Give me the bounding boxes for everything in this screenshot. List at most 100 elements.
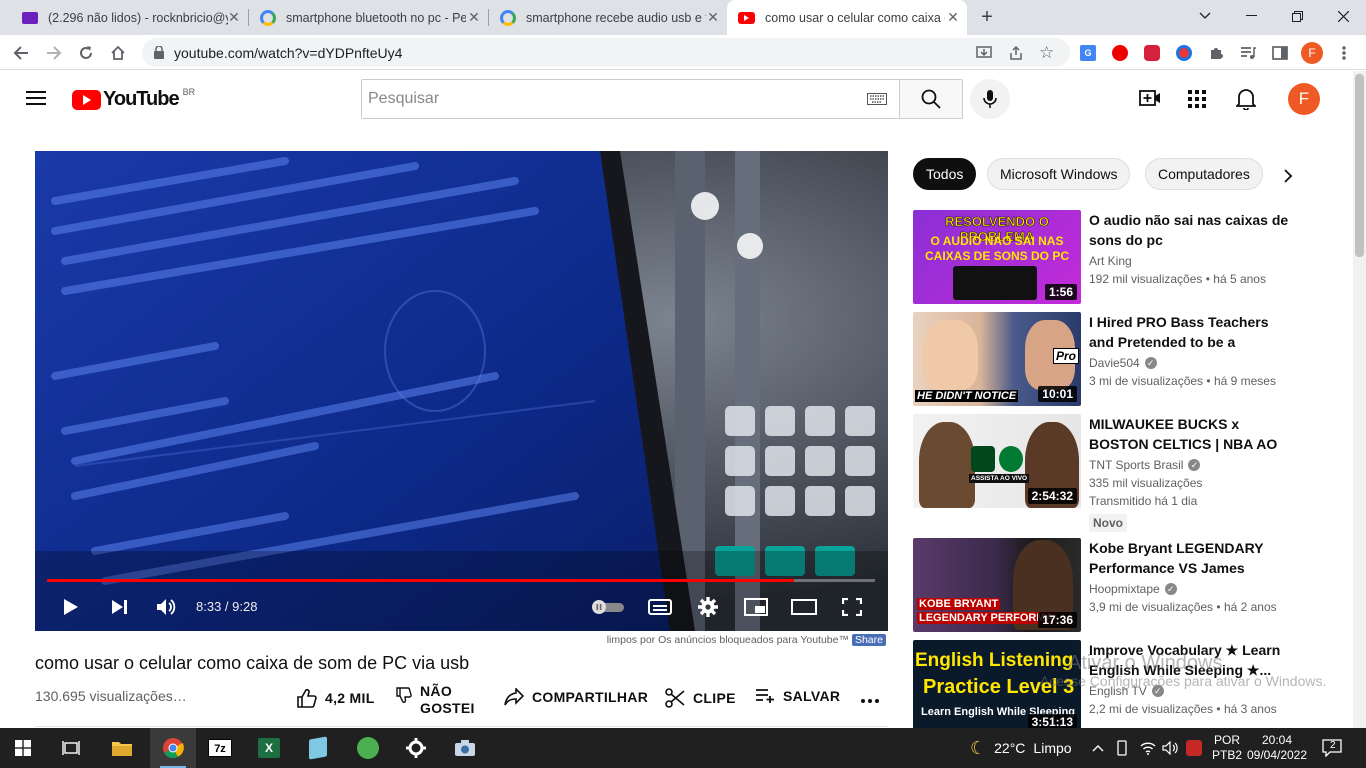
recommendation-item[interactable]: ASSISTA AO VIVO 2:54:32 MILWAUKEE BUCKS … [913, 414, 1353, 532]
chip-microsoft-windows[interactable]: Microsoft Windows [987, 158, 1131, 190]
theater-mode-button[interactable] [789, 592, 819, 622]
camera-app-icon[interactable] [442, 728, 488, 768]
recommendation-item[interactable]: Pro HE DIDN'T NOTICE 10:01 I Hired PRO B… [913, 312, 1353, 406]
speaker-icon[interactable] [1162, 728, 1180, 768]
video-title[interactable]: O audio não sai nas caixas de sons do pc [1089, 210, 1293, 250]
target-extension-icon[interactable] [1170, 39, 1198, 67]
translate-extension-icon[interactable]: G [1074, 39, 1102, 67]
notification-center-icon[interactable]: 2 [1322, 728, 1342, 768]
subtitles-button[interactable] [645, 592, 675, 622]
back-icon[interactable] [7, 39, 35, 67]
show-hidden-icons[interactable] [1092, 728, 1104, 768]
page-scrollbar[interactable] [1353, 71, 1366, 728]
more-actions-icon[interactable] [861, 699, 879, 703]
video-title[interactable]: Kobe Bryant LEGENDARY Performance VS Jam… [1089, 538, 1293, 578]
close-tab-icon[interactable]: ✕ [466, 9, 482, 25]
hamburger-menu-icon[interactable] [26, 90, 46, 106]
tab-search-icon[interactable] [1182, 0, 1228, 32]
share-page-icon[interactable] [1008, 45, 1024, 61]
adblock-extension-icon[interactable] [1106, 39, 1134, 67]
save-button[interactable]: SALVAR [755, 688, 840, 704]
antivirus-icon[interactable] [1186, 728, 1202, 768]
adblock-share-button[interactable]: Share [851, 634, 886, 646]
extensions-puzzle-icon[interactable] [1202, 39, 1230, 67]
install-icon[interactable] [976, 45, 992, 61]
view-count[interactable]: 130.695 visualizações… [35, 688, 187, 704]
video-player[interactable]: 8:33 / 9:28 [35, 151, 888, 631]
profile-avatar[interactable]: F [1298, 39, 1326, 67]
keyboard-icon[interactable] [867, 93, 887, 105]
forward-icon[interactable] [40, 39, 68, 67]
restore-icon[interactable] [1274, 0, 1320, 32]
share-button[interactable]: COMPARTILHAR [504, 688, 648, 706]
browser-tab-active[interactable]: como usar o celular como caixa d ✕ [727, 0, 967, 35]
close-tab-icon[interactable]: ✕ [945, 9, 961, 25]
address-bar[interactable]: youtube.com/watch?v=dYDPnfteUy4 ☆ [142, 38, 1070, 67]
next-video-button[interactable] [105, 592, 133, 622]
play-button[interactable] [57, 592, 85, 622]
home-icon[interactable] [104, 39, 132, 67]
reload-icon[interactable] [72, 39, 100, 67]
autoplay-toggle[interactable] [591, 592, 625, 622]
voice-search-button[interactable] [970, 79, 1010, 119]
search-input[interactable] [362, 80, 842, 118]
weather-widget[interactable]: ☾ 22°C Limpo [970, 728, 1072, 768]
green-app-icon[interactable] [345, 728, 391, 768]
browser-tab[interactable]: smartphone bluetooth no pc - Pe ✕ [249, 0, 488, 35]
channel-name[interactable]: Hoopmixtape ✓ [1089, 582, 1177, 596]
account-avatar[interactable]: F [1288, 83, 1320, 115]
channel-name[interactable]: Davie504 ✓ [1089, 356, 1157, 370]
volume-button[interactable] [153, 592, 181, 622]
search-button[interactable] [899, 79, 963, 119]
close-window-icon[interactable] [1320, 0, 1366, 32]
media-controls-icon[interactable] [1234, 39, 1262, 67]
chips-next-icon[interactable] [1283, 169, 1293, 183]
video-thumbnail[interactable]: Pro HE DIDN'T NOTICE 10:01 [913, 312, 1081, 406]
chip-computadores[interactable]: Computadores [1145, 158, 1263, 190]
channel-name[interactable]: Art King [1089, 254, 1132, 268]
clip-button[interactable]: CLIPE [665, 688, 736, 708]
bookmark-star-icon[interactable]: ☆ [1039, 43, 1054, 63]
close-tab-icon[interactable]: ✕ [226, 9, 242, 25]
side-panel-icon[interactable] [1266, 39, 1294, 67]
file-explorer-icon[interactable] [99, 728, 145, 768]
video-thumbnail[interactable]: ASSISTA AO VIVO 2:54:32 [913, 414, 1081, 508]
fullscreen-button[interactable] [837, 592, 867, 622]
windows-start-icon[interactable] [0, 728, 46, 768]
recommendation-item[interactable]: RESOLVENDO O PROBLEMA O AUDIO NAO SAI NA… [913, 210, 1353, 304]
youtube-logo[interactable]: YouTube BR [72, 87, 195, 111]
chrome-taskbar-icon[interactable] [150, 728, 196, 768]
apps-grid-icon[interactable] [1188, 90, 1206, 108]
dislike-button[interactable]: NÃO GOSTEI [396, 683, 475, 717]
excel-icon[interactable]: X [246, 728, 292, 768]
new-tab-icon[interactable]: + [976, 7, 998, 29]
video-thumbnail[interactable]: RESOLVENDO O PROBLEMA O AUDIO NAO SAI NA… [913, 210, 1081, 304]
minimize-icon[interactable] [1228, 0, 1274, 32]
video-extension-icon[interactable] [1138, 39, 1166, 67]
like-button[interactable]: 4,2 MIL [297, 688, 375, 708]
progress-bar[interactable] [47, 579, 875, 582]
scrollbar-thumb[interactable] [1355, 74, 1364, 257]
notifications-bell-icon[interactable] [1236, 88, 1256, 110]
settings-button[interactable] [693, 592, 723, 622]
recommendation-item[interactable]: KOBE BRYANT LEGENDARY PERFORMA 17:36 Kob… [913, 538, 1353, 632]
close-tab-icon[interactable]: ✕ [705, 9, 721, 25]
settings-taskbar-icon[interactable] [393, 728, 439, 768]
video-title[interactable]: MILWAUKEE BUCKS x BOSTON CELTICS | NBA A… [1089, 414, 1293, 454]
video-thumbnail[interactable]: KOBE BRYANT LEGENDARY PERFORMA 17:36 [913, 538, 1081, 632]
notepad-icon[interactable] [295, 728, 341, 768]
create-video-icon[interactable] [1139, 89, 1161, 107]
browser-tab[interactable]: (2.296 não lidos) - rocknbricio@y ✕ [8, 0, 248, 35]
phone-link-icon[interactable] [1115, 728, 1129, 768]
chip-todos[interactable]: Todos [913, 158, 977, 190]
channel-name[interactable]: TNT Sports Brasil ✓ [1089, 458, 1201, 472]
more-options-icon[interactable] [1330, 39, 1358, 67]
miniplayer-button[interactable] [741, 592, 771, 622]
7zip-icon[interactable]: 7z [197, 728, 243, 768]
clock[interactable]: 20:04 09/04/2022 [1247, 728, 1307, 768]
video-title[interactable]: I Hired PRO Bass Teachers and Pretended … [1089, 312, 1293, 352]
browser-tab[interactable]: smartphone recebe audio usb e t ✕ [489, 0, 727, 35]
wifi-icon[interactable] [1140, 728, 1156, 768]
task-view-icon[interactable] [48, 728, 94, 768]
language-indicator[interactable]: POR PTB2 [1212, 728, 1242, 768]
